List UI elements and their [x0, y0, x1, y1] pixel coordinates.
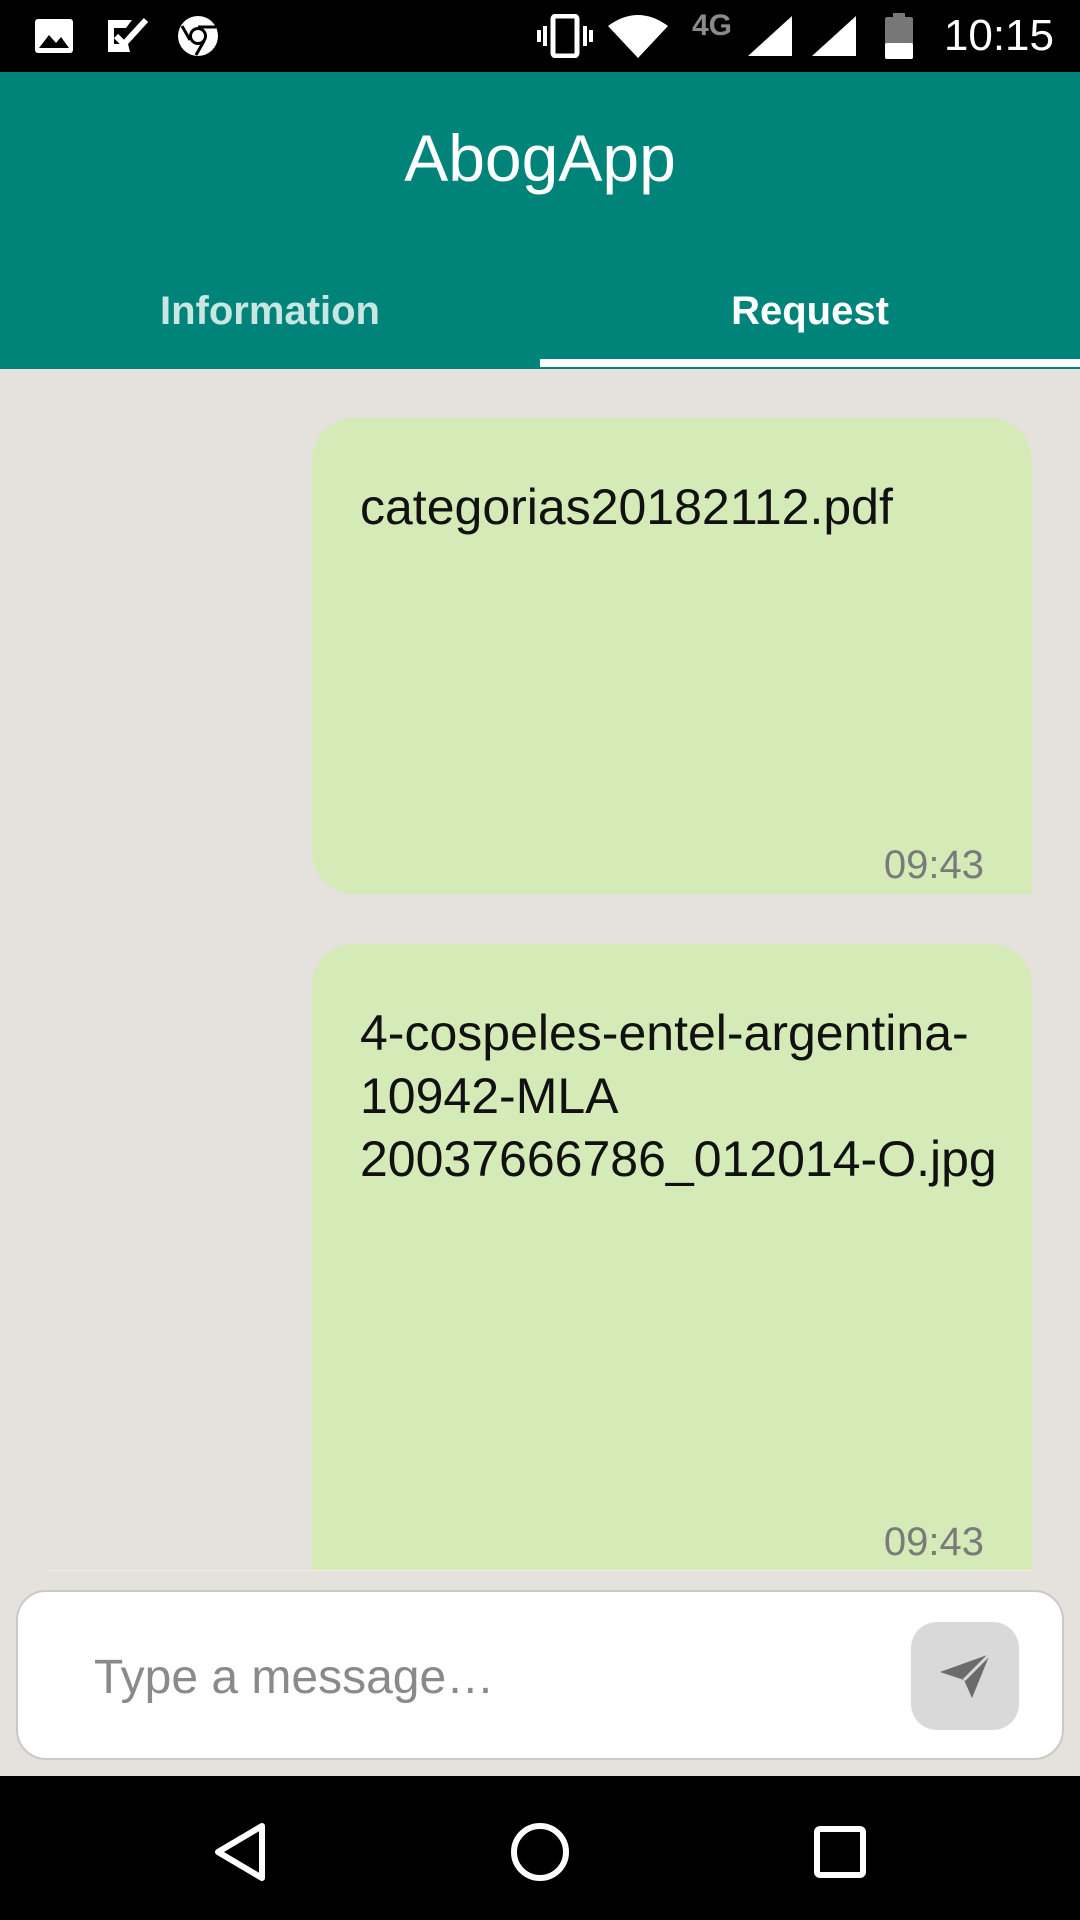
wifi-icon	[606, 14, 670, 58]
image-icon	[34, 14, 74, 58]
send-icon	[940, 1652, 992, 1698]
battery-icon	[884, 13, 914, 59]
recents-icon[interactable]	[800, 1812, 880, 1892]
message-text: categorias20182112.pdf	[360, 479, 893, 535]
chrome-icon	[176, 14, 220, 58]
status-bar: 4G 10:15	[0, 0, 1080, 72]
app-title: AbogApp	[404, 121, 676, 195]
tab-indicator	[540, 359, 1080, 367]
message-time: 09:43	[883, 843, 984, 887]
signal-icon	[746, 14, 794, 58]
screen: 4G 10:15 AbogApp Information Request cat…	[0, 0, 1080, 1920]
message-bubble[interactable]: 4-cospeles-entel-argentina-10942-MLA 200…	[312, 944, 1032, 1571]
app-bar: AbogApp Information Request	[0, 72, 1080, 369]
task-check-icon	[106, 14, 150, 58]
network-type: 4G	[691, 9, 733, 42]
signal-icon	[810, 14, 858, 58]
tab-information[interactable]: Information	[0, 254, 540, 369]
send-button[interactable]	[911, 1622, 1019, 1730]
navigation-bar	[0, 1776, 1080, 1920]
tab-request[interactable]: Request	[540, 254, 1080, 369]
back-icon[interactable]	[200, 1812, 280, 1892]
home-icon[interactable]	[500, 1812, 580, 1892]
message-time: 09:43	[883, 1520, 984, 1564]
divider	[48, 1570, 1032, 1571]
message-composer	[16, 1590, 1064, 1760]
message-text: 4-cospeles-entel-argentina-10942-MLA 200…	[360, 1005, 997, 1187]
message-input[interactable]	[94, 1632, 894, 1722]
message-bubble[interactable]: categorias20182112.pdf 09:43	[312, 418, 1032, 894]
status-time: 10:15	[943, 11, 1054, 60]
vibrate-icon	[536, 14, 594, 58]
message-list[interactable]: categorias20182112.pdf 09:43 4-cospeles-…	[0, 369, 1080, 1571]
